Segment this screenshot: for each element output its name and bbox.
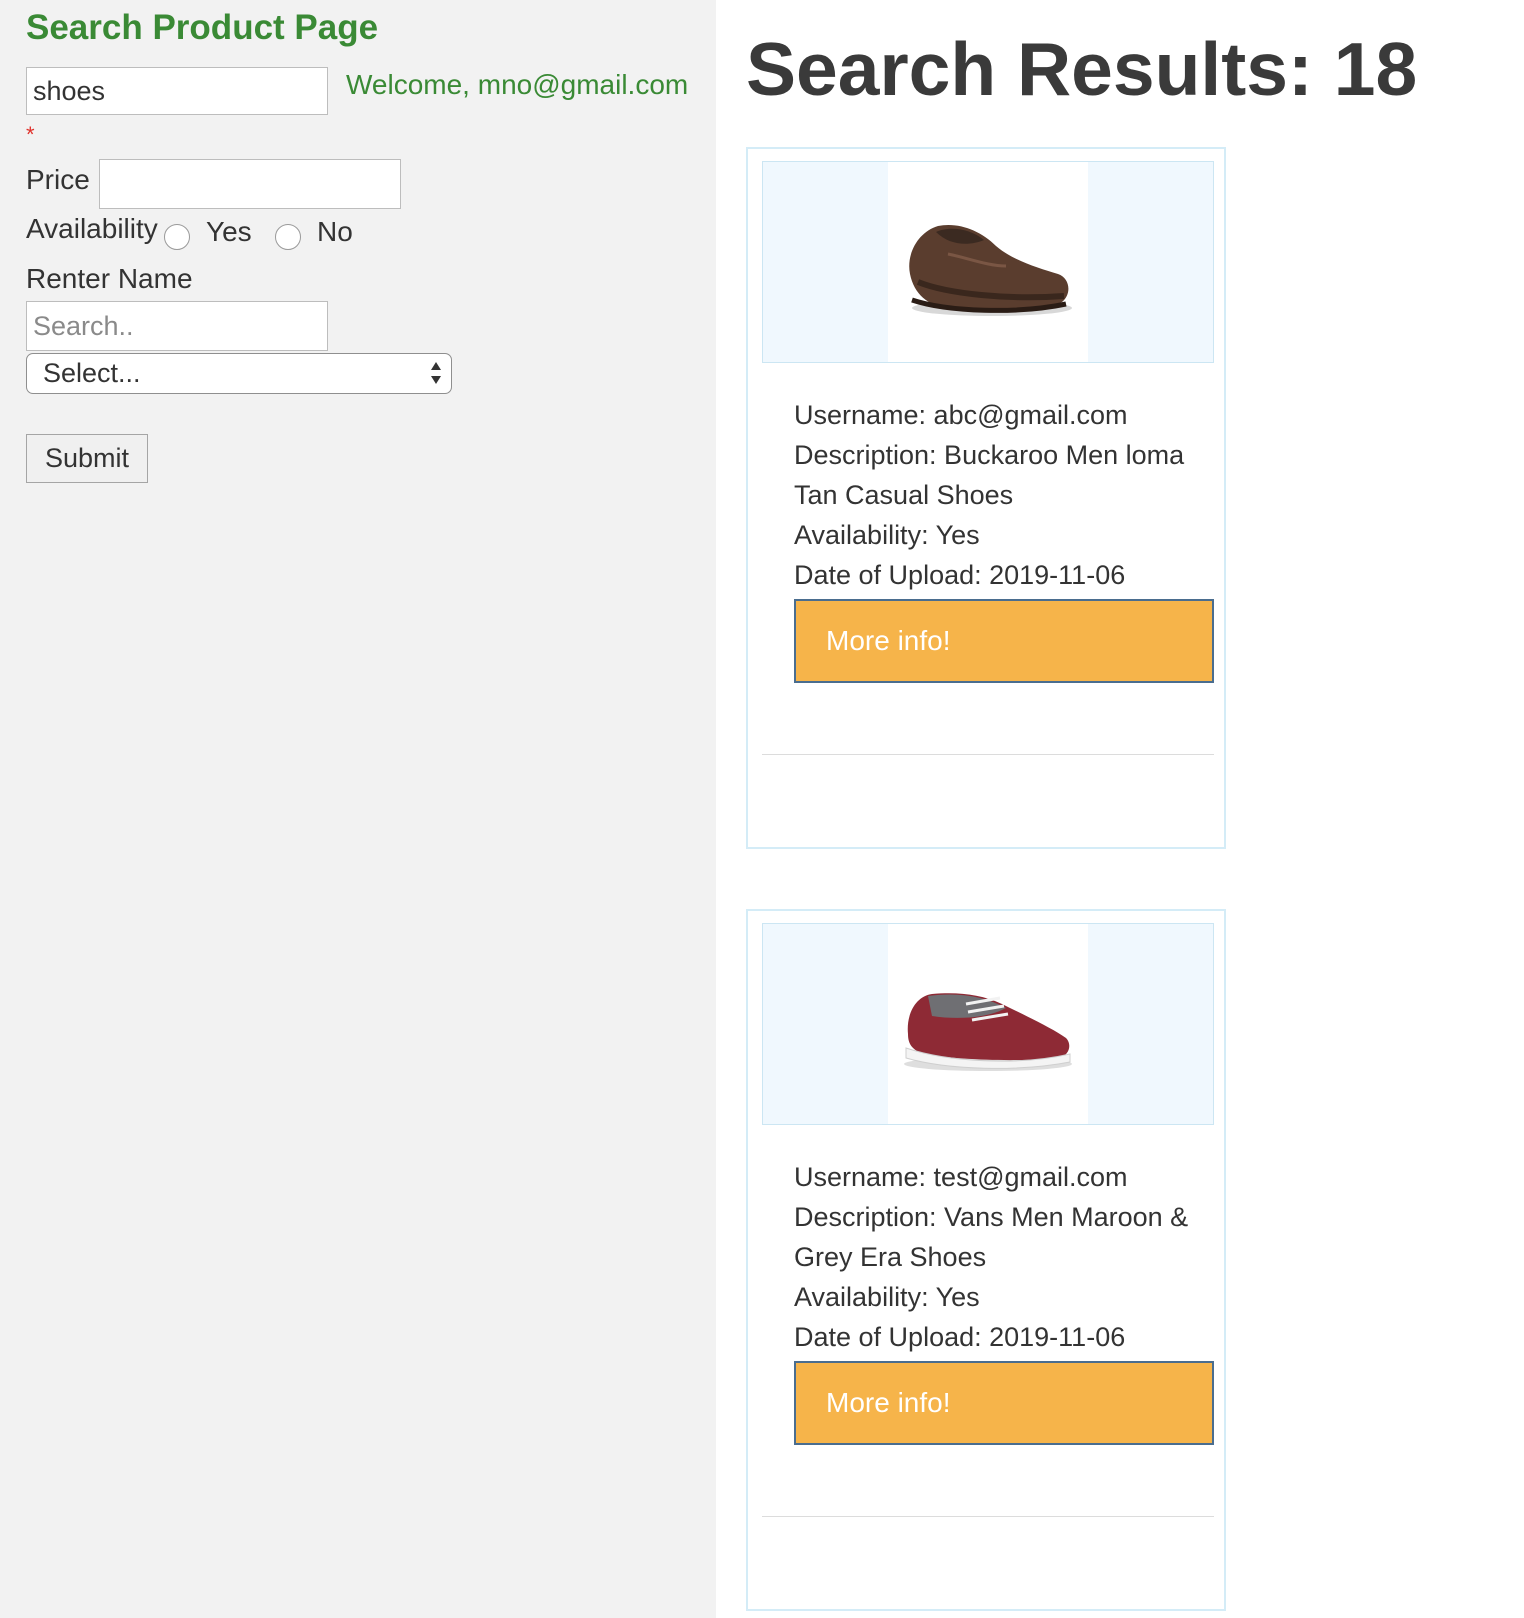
welcome-text: Welcome, mno@gmail.com (346, 69, 689, 100)
more-info-button[interactable]: More info! (794, 1361, 1214, 1445)
product-image-area (762, 161, 1214, 363)
username-text: Username: test@gmail.com (794, 1162, 1128, 1192)
price-label: Price (26, 164, 90, 195)
card-divider (762, 1516, 1214, 1517)
availability-yes-radio[interactable] (164, 224, 190, 250)
upload-date-text: Date of Upload: 2019-11-06 (794, 1322, 1126, 1352)
search-query-input[interactable] (26, 67, 328, 115)
renter-name-label: Renter Name (26, 263, 193, 294)
availability-text: Availability: Yes (794, 520, 980, 550)
product-info: Username: abc@gmail.com Description: Buc… (794, 395, 1214, 595)
maroon-grey-sneaker-image (888, 924, 1088, 1124)
price-input[interactable] (99, 159, 401, 209)
results-title: Search Results: 18 (746, 27, 1418, 111)
username-text: Username: abc@gmail.com (794, 400, 1128, 430)
product-image-area (762, 923, 1214, 1125)
brown-loafer-shoe-image (888, 162, 1088, 362)
page-title: Search Product Page (26, 8, 379, 47)
description-text: Description: Buckaroo Men loma Tan Casua… (794, 440, 1185, 510)
upload-date-text: Date of Upload: 2019-11-06 (794, 560, 1126, 590)
result-card: Username: abc@gmail.com Description: Buc… (746, 147, 1226, 849)
availability-label: Availability (26, 213, 158, 244)
renter-select-value: Select... (43, 358, 141, 388)
availability-no-label: No (317, 216, 353, 247)
renter-search-input[interactable] (26, 301, 328, 351)
submit-button[interactable]: Submit (26, 434, 148, 483)
more-info-button[interactable]: More info! (794, 599, 1214, 683)
availability-yes-label: Yes (206, 216, 252, 247)
card-divider (762, 754, 1214, 755)
renter-select[interactable]: Select... (26, 353, 452, 394)
required-marker: * (26, 122, 35, 147)
product-info: Username: test@gmail.com Description: Va… (794, 1157, 1214, 1357)
select-arrows-icon (431, 362, 441, 384)
result-card: Username: test@gmail.com Description: Va… (746, 909, 1226, 1611)
description-text: Description: Vans Men Maroon & Grey Era … (794, 1202, 1189, 1272)
availability-no-radio[interactable] (275, 224, 301, 250)
search-panel: Search Product Page Welcome, mno@gmail.c… (0, 0, 716, 1618)
availability-text: Availability: Yes (794, 1282, 980, 1312)
